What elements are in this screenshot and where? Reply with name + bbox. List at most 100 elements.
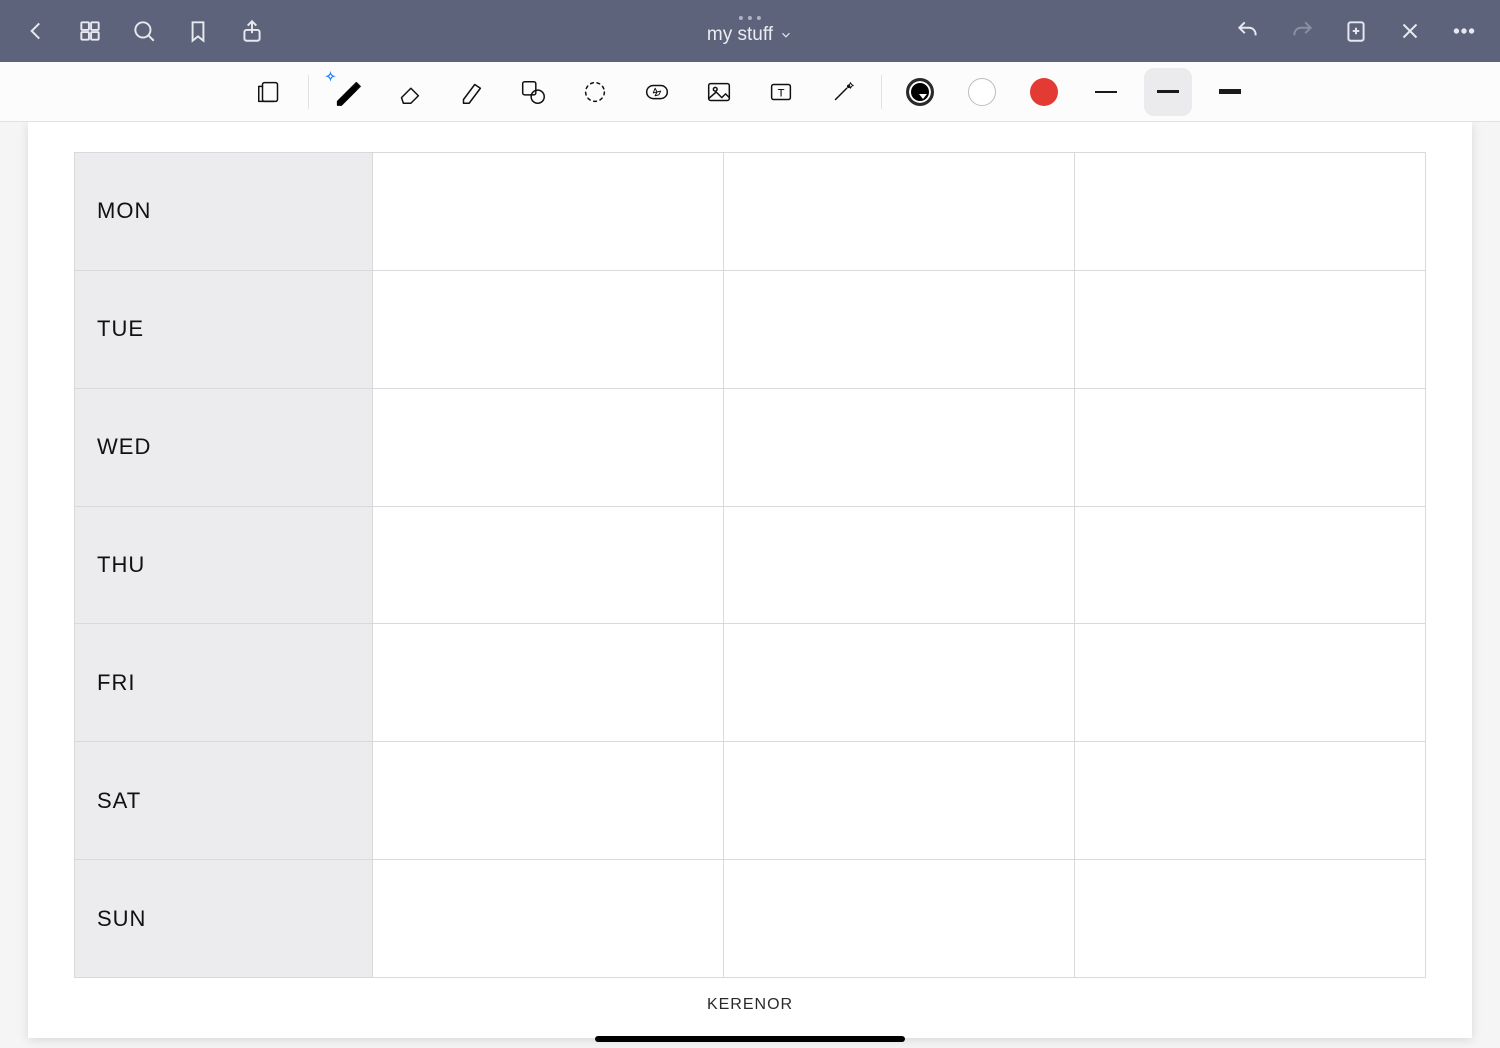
nav-left-group: [14, 9, 274, 53]
planner-cell[interactable]: [724, 742, 1075, 860]
black-swatch-icon: [906, 78, 934, 106]
table-row: MON: [75, 153, 1426, 271]
page-toggle-icon: [255, 77, 285, 107]
planner-cell[interactable]: [373, 742, 724, 860]
highlighter-icon: [456, 77, 486, 107]
text-icon: T: [766, 77, 796, 107]
page-footer-brand: KERENOR: [74, 978, 1426, 1018]
stroke-medium[interactable]: [1144, 68, 1192, 116]
red-swatch-icon: [1030, 78, 1058, 106]
redo-button[interactable]: [1280, 9, 1324, 53]
stroke-thin[interactable]: [1082, 68, 1130, 116]
home-indicator[interactable]: [595, 1036, 905, 1042]
shape-tool[interactable]: [509, 68, 557, 116]
undo-icon: [1235, 18, 1261, 44]
toolbar-separator: [308, 75, 309, 109]
table-row: THU: [75, 506, 1426, 624]
pen-icon: [332, 77, 362, 107]
table-row: WED: [75, 388, 1426, 506]
day-label-cell: SUN: [75, 860, 373, 978]
back-button[interactable]: [14, 9, 58, 53]
drag-handle-icon: [739, 16, 761, 20]
planner-cell[interactable]: [1075, 270, 1426, 388]
medium-line-icon: [1157, 90, 1179, 93]
bluetooth-icon: ✧: [325, 69, 336, 85]
undo-button[interactable]: [1226, 9, 1270, 53]
magic-tool[interactable]: [819, 68, 867, 116]
planner-cell[interactable]: [1075, 506, 1426, 624]
day-label-cell: MON: [75, 153, 373, 271]
thick-line-icon: [1219, 89, 1241, 94]
planner-cell[interactable]: [1075, 388, 1426, 506]
document-page[interactable]: MONTUEWEDTHUFRISATSUN KERENOR: [28, 122, 1472, 1038]
grid-view-button[interactable]: [68, 9, 112, 53]
search-icon: [131, 18, 157, 44]
day-label-cell: WED: [75, 388, 373, 506]
grid-icon: [77, 18, 103, 44]
text-tool[interactable]: T: [757, 68, 805, 116]
planner-cell[interactable]: [1075, 860, 1426, 978]
sticker-tool[interactable]: [633, 68, 681, 116]
chevron-down-icon: [779, 28, 793, 42]
shapes-icon: [518, 77, 548, 107]
nav-right-group: [1226, 9, 1486, 53]
planner-cell[interactable]: [373, 153, 724, 271]
search-button[interactable]: [122, 9, 166, 53]
document-title: my stuff: [707, 24, 773, 46]
day-label-cell: FRI: [75, 624, 373, 742]
add-page-button[interactable]: [1334, 9, 1378, 53]
drawing-toolbar: ✧ T: [0, 62, 1500, 122]
canvas-area: MONTUEWEDTHUFRISATSUN KERENOR: [0, 122, 1500, 1048]
color-black[interactable]: [896, 68, 944, 116]
bookmark-icon: [185, 18, 211, 44]
lasso-icon: [580, 77, 610, 107]
close-button[interactable]: [1388, 9, 1432, 53]
planner-cell[interactable]: [724, 270, 1075, 388]
highlighter-tool[interactable]: [447, 68, 495, 116]
image-icon: [704, 77, 734, 107]
table-row: TUE: [75, 270, 1426, 388]
close-icon: [1397, 18, 1423, 44]
sticker-icon: [642, 77, 672, 107]
lasso-tool[interactable]: [571, 68, 619, 116]
planner-cell[interactable]: [373, 860, 724, 978]
pen-tool[interactable]: ✧: [323, 68, 371, 116]
table-row: FRI: [75, 624, 1426, 742]
day-label-cell: THU: [75, 506, 373, 624]
read-mode-button[interactable]: [246, 68, 294, 116]
planner-cell[interactable]: [724, 388, 1075, 506]
color-red[interactable]: [1020, 68, 1068, 116]
table-row: SUN: [75, 860, 1426, 978]
top-navbar: my stuff: [0, 0, 1500, 62]
eraser-tool[interactable]: [385, 68, 433, 116]
image-tool[interactable]: [695, 68, 743, 116]
eraser-icon: [394, 77, 424, 107]
sparkle-wand-icon: [828, 77, 858, 107]
stroke-thick[interactable]: [1206, 68, 1254, 116]
planner-cell[interactable]: [373, 624, 724, 742]
planner-cell[interactable]: [724, 624, 1075, 742]
planner-cell[interactable]: [373, 506, 724, 624]
document-title-area[interactable]: my stuff: [707, 0, 793, 62]
planner-cell[interactable]: [373, 388, 724, 506]
planner-cell[interactable]: [1075, 153, 1426, 271]
white-swatch-icon: [968, 78, 996, 106]
more-button[interactable]: [1442, 9, 1486, 53]
table-row: SAT: [75, 742, 1426, 860]
share-button[interactable]: [230, 9, 274, 53]
thin-line-icon: [1095, 91, 1117, 93]
color-white[interactable]: [958, 68, 1006, 116]
planner-cell[interactable]: [1075, 742, 1426, 860]
svg-text:T: T: [778, 87, 785, 99]
redo-icon: [1289, 18, 1315, 44]
bookmark-button[interactable]: [176, 9, 220, 53]
planner-cell[interactable]: [724, 860, 1075, 978]
day-label-cell: SAT: [75, 742, 373, 860]
more-horizontal-icon: [1451, 18, 1477, 44]
chevron-left-icon: [23, 18, 49, 44]
planner-cell[interactable]: [724, 153, 1075, 271]
planner-cell[interactable]: [1075, 624, 1426, 742]
planner-cell[interactable]: [724, 506, 1075, 624]
weekly-planner-table: MONTUEWEDTHUFRISATSUN: [74, 152, 1426, 978]
planner-cell[interactable]: [373, 270, 724, 388]
